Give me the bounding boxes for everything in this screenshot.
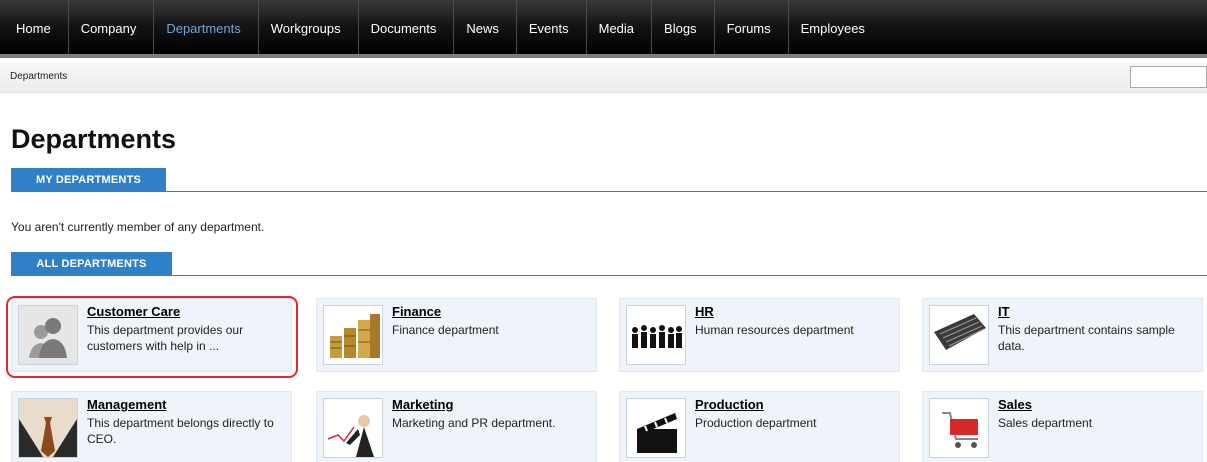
keyboard-icon [929, 305, 989, 365]
presenter-chart-icon [323, 398, 383, 458]
search-input[interactable] [1130, 66, 1207, 88]
tab-my-departments[interactable]: MY DEPARTMENTS [11, 168, 166, 192]
breadcrumb-bar: Departments [0, 61, 1207, 93]
department-card-production[interactable]: Production Production department [619, 391, 900, 462]
department-card-finance[interactable]: Finance Finance department [316, 298, 597, 372]
top-navigation: Home Company Departments Workgroups Docu… [0, 0, 1207, 58]
department-card-sales[interactable]: Sales Sales department [922, 391, 1203, 462]
department-description: Sales department [998, 416, 1093, 430]
nav-item-media[interactable]: Media [587, 0, 653, 54]
department-description: Marketing and PR department. [392, 416, 556, 430]
clapperboard-icon [626, 398, 686, 458]
all-departments-section: ALL DEPARTMENTS [11, 252, 1207, 276]
department-name[interactable]: Production [695, 397, 764, 412]
selection-highlight [6, 296, 298, 378]
tab-all-departments[interactable]: ALL DEPARTMENTS [11, 252, 172, 276]
department-card-marketing[interactable]: Marketing Marketing and PR department. [316, 391, 597, 462]
shopping-cart-icon [929, 398, 989, 458]
department-name[interactable]: Sales [998, 397, 1032, 412]
coins-icon [323, 305, 383, 365]
department-description: Production department [695, 416, 817, 430]
nav-item-employees[interactable]: Employees [789, 0, 882, 54]
department-description: Human resources department [695, 323, 854, 337]
my-departments-section: MY DEPARTMENTS [11, 168, 1207, 192]
nav-item-events[interactable]: Events [517, 0, 587, 54]
necktie-icon [18, 398, 78, 458]
department-name[interactable]: Marketing [392, 397, 453, 412]
department-name[interactable]: HR [695, 304, 714, 319]
nav-item-news[interactable]: News [454, 0, 517, 54]
nav-item-workgroups[interactable]: Workgroups [259, 0, 359, 54]
department-card-it[interactable]: IT This department contains sample data. [922, 298, 1203, 372]
department-description: This department belongs directly to CEO. [87, 416, 274, 446]
people-group-icon [626, 305, 686, 365]
nav-item-home[interactable]: Home [4, 0, 69, 54]
department-card-management[interactable]: Management This department belongs direc… [11, 391, 292, 462]
department-name[interactable]: IT [998, 304, 1010, 319]
nav-item-company[interactable]: Company [69, 0, 155, 54]
breadcrumb: Departments [10, 71, 68, 82]
department-description: This department contains sample data. [998, 323, 1175, 353]
page-title: Departments [11, 124, 177, 154]
membership-info-text: You aren't currently member of any depar… [11, 220, 265, 234]
department-name[interactable]: Management [87, 397, 166, 412]
nav-item-departments[interactable]: Departments [154, 0, 259, 54]
nav-item-blogs[interactable]: Blogs [652, 0, 715, 54]
department-description: Finance department [392, 323, 499, 337]
department-name[interactable]: Finance [392, 304, 441, 319]
department-card-hr[interactable]: HR Human resources department [619, 298, 900, 372]
nav-item-forums[interactable]: Forums [715, 0, 789, 54]
nav-item-documents[interactable]: Documents [359, 0, 455, 54]
